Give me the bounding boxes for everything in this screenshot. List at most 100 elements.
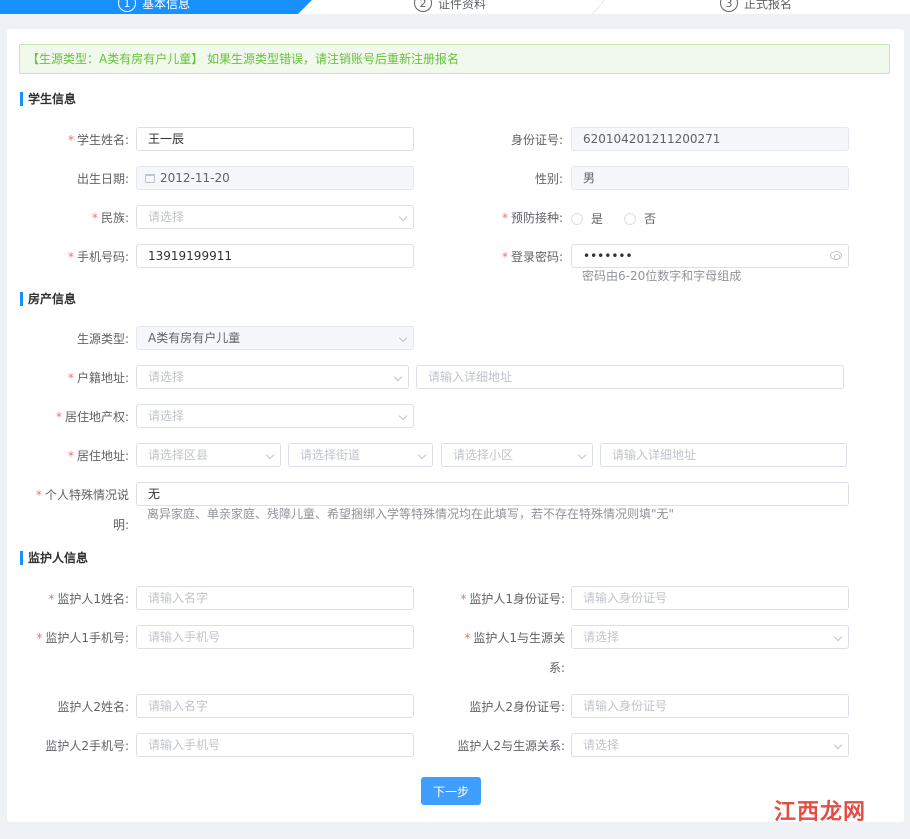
chevron-down-icon [398, 212, 408, 222]
step-1-label: 基本信息 [142, 0, 191, 11]
guardian2-relation-select[interactable]: 请选择 [571, 733, 849, 757]
calendar-icon [145, 174, 155, 183]
step-3-number: 3 [720, 0, 738, 12]
birth-date-label: 出生日期: [76, 172, 129, 186]
phone-input[interactable]: 13919199911 [136, 244, 414, 268]
special-situation-label: * 个人特殊情况说 [35, 488, 129, 502]
birth-date-value: 2012-11-20 [160, 171, 230, 185]
password-input[interactable]: ••••••• [571, 244, 849, 268]
special-situation-hint: 离异家庭、单亲家庭、残障儿童、希望捆绑入学等特殊情况均在此填写，若不存在特殊情况… [147, 507, 675, 521]
guardian1-phone-placeholder: 请输入手机号 [148, 630, 221, 644]
chevron-down-icon [398, 333, 408, 343]
step-1: 1 基本信息 [118, 0, 190, 12]
guardian1-relation-label: * 监护人1与生源关 [464, 631, 565, 645]
residence-detail-placeholder: 请输入详细地址 [612, 448, 697, 462]
ethnic-placeholder: 请选择 [148, 210, 185, 224]
phone-label: * 手机号码: [67, 250, 129, 264]
guardian1-id-placeholder: 请输入身份证号 [583, 591, 668, 605]
special-situation-input[interactable]: 无 [136, 482, 849, 506]
chevron-down-icon [833, 740, 843, 750]
eye-icon[interactable] [830, 251, 842, 260]
chevron-down-icon [417, 450, 427, 460]
special-situation-label-cont: 明: [112, 518, 129, 532]
source-type-select[interactable]: A类有房有户儿童 [136, 326, 414, 350]
vaccine-radio-yes[interactable]: 是 [571, 210, 603, 227]
step-divider [592, 0, 605, 14]
step-3-label: 正式报名 [744, 0, 793, 11]
password-value: ••••••• [583, 249, 633, 263]
district-select[interactable]: 请选择区县 [136, 443, 281, 467]
step-3: 3 正式报名 [720, 0, 792, 12]
chevron-down-icon [833, 632, 843, 642]
section-title-property: 房产信息 [20, 292, 76, 306]
guardian1-name-input[interactable]: 请输入名字 [136, 586, 414, 610]
hukou-label: * 户籍地址: [67, 371, 129, 385]
gender-label: 性别: [534, 172, 563, 186]
guardian1-relation-select[interactable]: 请选择 [571, 625, 849, 649]
source-type-alert: 【生源类型：A类有房有户儿童】 如果生源类型错误，请注销账号后重新注册报名 [19, 44, 890, 74]
next-step-button[interactable]: 下一步 [421, 777, 481, 805]
birth-date-input[interactable]: 2012-11-20 [136, 166, 414, 190]
vaccine-radio-no[interactable]: 否 [624, 210, 656, 227]
hukou-select[interactable]: 请选择 [136, 365, 409, 389]
student-name-label: * 学生姓名: [67, 133, 129, 147]
guardian2-name-placeholder: 请输入名字 [148, 699, 209, 713]
chevron-down-icon [398, 411, 408, 421]
source-type-value: A类有房有户儿童 [148, 331, 241, 345]
hukou-placeholder: 请选择 [148, 370, 185, 384]
step-2-label: 证件资料 [438, 0, 487, 11]
guardian1-phone-input[interactable]: 请输入手机号 [136, 625, 414, 649]
source-type-label: 生源类型: [76, 332, 129, 346]
ownership-label: * 居住地产权: [55, 410, 129, 424]
hukou-detail-placeholder: 请输入详细地址 [428, 370, 513, 384]
guardian2-name-input[interactable]: 请输入名字 [136, 694, 414, 718]
guardian2-id-input[interactable]: 请输入身份证号 [571, 694, 849, 718]
guardian1-id-label: * 监护人1身份证号: [460, 592, 565, 606]
district-placeholder: 请选择区县 [148, 448, 209, 462]
guardian2-relation-label: 监护人2与生源关系: [457, 739, 565, 753]
guardian2-phone-label: 监护人2手机号: [45, 739, 129, 753]
community-placeholder: 请选择小区 [453, 448, 514, 462]
step-2: 2 证件资料 [414, 0, 486, 12]
guardian2-phone-input[interactable]: 请输入手机号 [136, 733, 414, 757]
guardian1-phone-label: * 监护人1手机号: [36, 631, 129, 645]
id-number-label: 身份证号: [510, 133, 563, 147]
gender-input[interactable]: 男 [571, 166, 849, 190]
ethnic-label: * 民族: [91, 211, 129, 225]
residence-label: * 居住地址: [67, 449, 129, 463]
guardian2-id-label: 监护人2身份证号: [469, 700, 565, 714]
vaccine-yes-label: 是 [591, 212, 604, 226]
ownership-placeholder: 请选择 [148, 409, 185, 423]
guardian2-relation-placeholder: 请选择 [583, 738, 620, 752]
street-placeholder: 请选择街道 [300, 448, 361, 462]
guardian2-phone-placeholder: 请输入手机号 [148, 738, 221, 752]
ownership-select[interactable]: 请选择 [136, 404, 414, 428]
residence-detail-input[interactable]: 请输入详细地址 [600, 443, 847, 467]
step-bar: 1 基本信息 2 证件资料 3 正式报名 [0, 0, 910, 14]
chevron-down-icon [577, 450, 587, 460]
section-title-student: 学生信息 [20, 92, 76, 106]
chevron-down-icon [265, 450, 275, 460]
step-1-number: 1 [118, 0, 136, 12]
guardian1-name-label: * 监护人1姓名: [48, 592, 129, 606]
community-select[interactable]: 请选择小区 [441, 443, 593, 467]
guardian1-relation-placeholder: 请选择 [583, 630, 620, 644]
form-card: 【生源类型：A类有房有户儿童】 如果生源类型错误，请注销账号后重新注册报名 学生… [7, 29, 904, 822]
password-hint: 密码由6-20位数字和字母组成 [582, 269, 742, 283]
guardian1-id-input[interactable]: 请输入身份证号 [571, 586, 849, 610]
id-number-input[interactable]: 620104201211200271 [571, 127, 849, 151]
ethnic-select[interactable]: 请选择 [136, 205, 414, 229]
vaccine-no-label: 否 [644, 212, 657, 226]
chevron-down-icon [393, 372, 403, 382]
student-name-input[interactable]: 王一辰 [136, 127, 414, 151]
hukou-detail-input[interactable]: 请输入详细地址 [416, 365, 844, 389]
guardian2-name-label: 监护人2姓名: [57, 700, 129, 714]
street-select[interactable]: 请选择街道 [288, 443, 433, 467]
guardian1-name-placeholder: 请输入名字 [148, 591, 209, 605]
radio-circle-icon [624, 212, 636, 225]
vaccine-label: * 预防接种: [501, 211, 563, 225]
site-logo-watermark: 江西龙网 [773, 799, 866, 825]
password-label: * 登录密码: [501, 250, 563, 264]
radio-circle-icon [571, 212, 583, 225]
guardian2-id-placeholder: 请输入身份证号 [583, 699, 668, 713]
